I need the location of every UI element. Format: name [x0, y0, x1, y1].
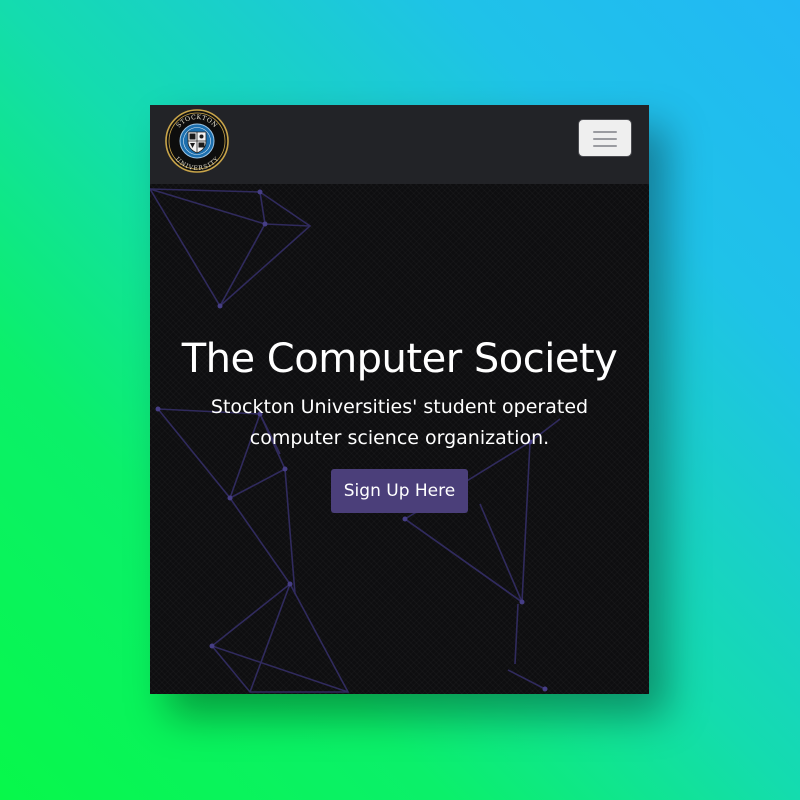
page-title: The Computer Society: [181, 336, 618, 382]
navbar: STOCKTON UNIVERSITY: [150, 105, 649, 184]
browser-viewport: STOCKTON UNIVERSITY The Computer Society…: [150, 105, 649, 694]
sign-up-button[interactable]: Sign Up Here: [331, 469, 468, 513]
university-seal-icon: STOCKTON UNIVERSITY: [165, 109, 229, 173]
home-logo-link[interactable]: STOCKTON UNIVERSITY: [164, 108, 230, 174]
hero-section: The Computer Society Stockton Universiti…: [150, 184, 649, 694]
navbar-toggler-button[interactable]: [578, 119, 632, 157]
hero-subtitle: Stockton Universities' student operated …: [210, 396, 589, 449]
